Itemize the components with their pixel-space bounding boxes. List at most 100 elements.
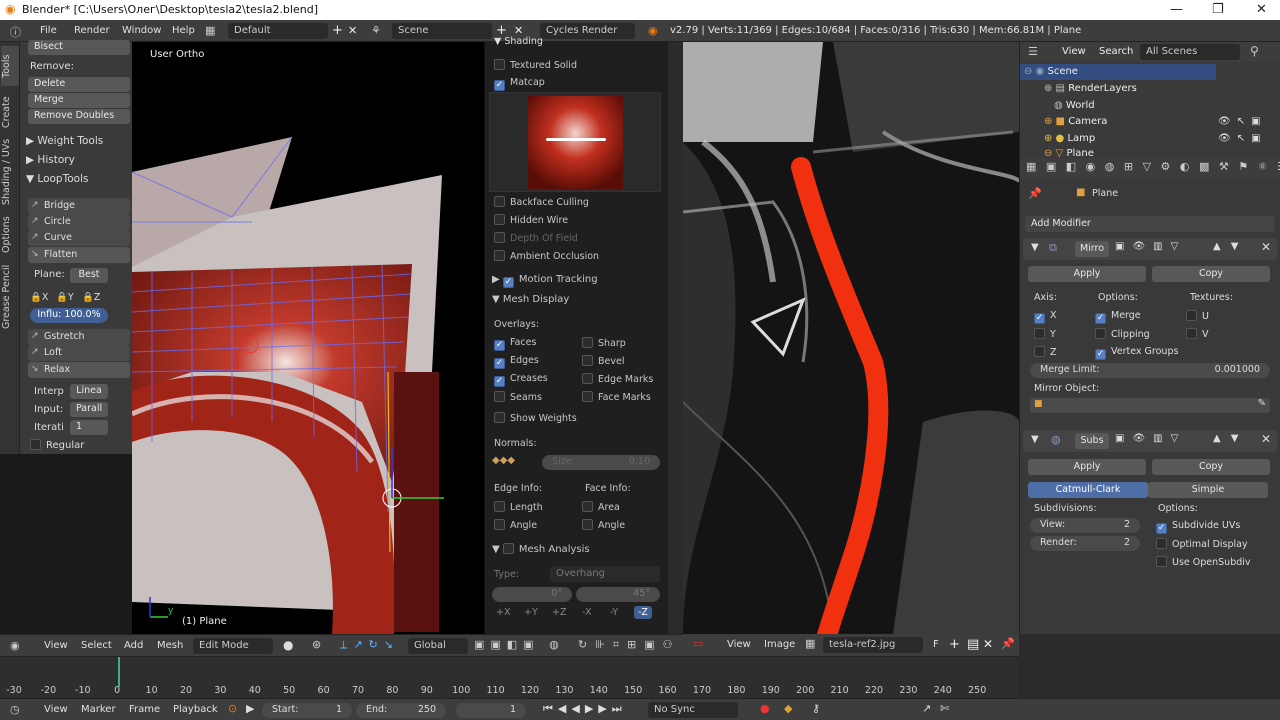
preview-range-icon[interactable]: ▶ <box>246 702 254 715</box>
eyedropper-icon[interactable]: ✎ <box>1258 398 1266 409</box>
simple-button[interactable]: Simple <box>1148 482 1268 498</box>
curve-button[interactable]: ↗ Curve <box>28 230 130 246</box>
playback-controls-icons[interactable]: ⏮◀◀▶▶⏭ <box>543 702 627 716</box>
clipping-toggle[interactable]: Clipping <box>1095 328 1150 340</box>
matcap-toggle[interactable]: ✓ Matcap <box>494 77 545 91</box>
edge-marks-toggle[interactable]: Edge Marks <box>582 373 653 385</box>
tab-shading-uvs[interactable]: Shading / UVs <box>1 137 19 207</box>
collapse-arrow-icon[interactable]: ▼ <box>1031 242 1039 253</box>
proportional-snap-icons[interactable]: ↻⊪⌗⊞▣⚇ <box>578 638 680 652</box>
textured-solid-toggle[interactable]: Textured Solid <box>494 59 577 71</box>
bisect-button[interactable]: Bisect <box>28 40 130 55</box>
menu-render[interactable]: Render <box>74 25 110 36</box>
mirror-name-field[interactable]: Mirro <box>1075 241 1109 257</box>
hidden-wire-toggle[interactable]: Hidden Wire <box>494 214 568 226</box>
modifier-display-icons[interactable]: ▣👁▥▽ <box>1115 241 1186 252</box>
merge-button[interactable]: Merge <box>28 93 130 108</box>
minimize-button[interactable]: — <box>1170 2 1183 17</box>
normals-size-field[interactable]: Size: 0.10 <box>542 455 660 470</box>
faces-toggle[interactable]: ✓ Faces <box>494 337 536 351</box>
catmull-clark-button[interactable]: Catmull-Clark <box>1028 482 1148 498</box>
mirror-object-field[interactable]: ■ ✎ <box>1030 398 1270 413</box>
subsurf-name-field[interactable]: Subs <box>1075 433 1109 449</box>
axis-neg-x-button[interactable]: -X <box>582 607 591 618</box>
timeline-view-menu[interactable]: View <box>44 704 68 715</box>
bridge-button[interactable]: ↗ Bridge <box>28 198 130 214</box>
sharp-toggle[interactable]: Sharp <box>582 337 626 349</box>
outliner-search-menu[interactable]: Search <box>1099 46 1133 57</box>
overhang-max-field[interactable]: 45° <box>576 587 660 602</box>
record-icon[interactable]: ● <box>760 702 770 715</box>
image-browse-icon[interactable]: ▦ <box>805 637 815 650</box>
loft-button[interactable]: ↗ Loft <box>28 345 130 361</box>
mesh-analysis-panel[interactable]: ▼ Mesh Analysis <box>492 543 590 555</box>
tab-options[interactable]: Options <box>1 212 19 257</box>
new-image-icon[interactable]: + <box>949 637 960 652</box>
collapse-arrow-icon[interactable]: ▼ <box>1031 434 1039 445</box>
pivot-icon[interactable]: ⊛ <box>312 638 321 651</box>
end-frame-field[interactable]: End: 250 <box>356 703 446 718</box>
image-view-menu[interactable]: View <box>727 639 751 650</box>
timeline[interactable]: -30 -20 -10 0 10 20 30 40 50 60 70 80 90 100 110 120 130… <box>0 656 1019 698</box>
analysis-type-dropdown[interactable]: Overhang <box>550 566 660 582</box>
viewport-add-menu[interactable]: Add <box>124 640 143 651</box>
delete-button[interactable]: Delete <box>28 77 130 92</box>
remove-doubles-button[interactable]: Remove Doubles <box>28 109 130 124</box>
gstretch-button[interactable]: ↗ Gstretch <box>28 329 130 345</box>
lock-x-toggle[interactable]: 🔒X <box>30 292 48 303</box>
opensubdiv-toggle[interactable]: Use OpenSubdiv <box>1156 556 1251 568</box>
tab-grease-pencil[interactable]: Grease Pencil <box>1 262 19 332</box>
axis-y-toggle[interactable]: Y <box>1034 328 1056 340</box>
viewport-shading-icon[interactable]: ● <box>283 638 293 652</box>
pin-icon[interactable]: 📌 <box>1028 187 1042 200</box>
optimal-display-toggle[interactable]: Optimal Display <box>1156 538 1248 550</box>
tab-create[interactable]: Create <box>1 90 19 134</box>
timeline-editor-icon[interactable]: ◷ <box>10 703 20 716</box>
keyframe-icon[interactable]: ⚷ <box>812 702 820 715</box>
maximize-button[interactable]: ❐ <box>1212 2 1224 17</box>
outliner-row-scene[interactable]: ⊖ ◉ Scene <box>1024 66 1078 77</box>
remove-subsurf-icon[interactable]: ✕ <box>1261 432 1271 446</box>
image-name-field[interactable]: tesla-ref2.jpg <box>823 637 923 653</box>
overhang-min-field[interactable]: 0° <box>492 587 572 602</box>
timeline-playback-menu[interactable]: Playback <box>173 704 218 715</box>
layout-icon[interactable]: ▦ <box>205 24 215 37</box>
plane-dropdown[interactable]: Best <box>70 268 108 283</box>
properties-context-tabs[interactable]: ▦ ▣ ◧ ◉ ◍ ⊞ ▽ ⚙ ◐ ▩ ⚒ ⚑ ⚛ ☵ ⊘ <box>1020 158 1280 178</box>
image-editor[interactable] <box>683 42 1019 634</box>
merge-limit-field[interactable]: Merge Limit: 0.001000 <box>1030 363 1270 378</box>
subsurf-apply-button[interactable]: Apply <box>1028 459 1146 475</box>
area-toggle[interactable]: Area <box>582 501 620 513</box>
motion-tracking-panel[interactable]: ▶ ✓ Motion Tracking <box>492 274 598 288</box>
axis-x-toggle[interactable]: ✓ X <box>1034 310 1057 324</box>
keying-set-icon[interactable]: ◆ <box>784 702 792 715</box>
modifier-move-icons[interactable]: ▲▼ <box>1213 241 1248 252</box>
show-weights-toggle[interactable]: Show Weights <box>494 412 577 424</box>
viewport-view-menu[interactable]: View <box>44 640 68 651</box>
flatten-button[interactable]: ↘ Flatten <box>28 247 130 263</box>
close-window-button[interactable]: ✕ <box>1256 2 1267 17</box>
face-angle-toggle[interactable]: Angle <box>582 519 625 531</box>
remove-layout-icon[interactable]: ✕ <box>348 24 357 37</box>
camera-visibility-icons[interactable]: 👁↖▣ <box>1218 116 1267 127</box>
lock-z-toggle[interactable]: 🔒Z <box>82 292 100 303</box>
input-dropdown[interactable]: Parall <box>70 402 108 417</box>
axis-pos-z-button[interactable]: +Z <box>552 607 566 618</box>
outliner-filter-dropdown[interactable]: All Scenes <box>1140 44 1240 60</box>
3d-viewport[interactable] <box>130 42 484 634</box>
regular-toggle[interactable]: Regular <box>30 439 84 451</box>
key-delete-icon[interactable]: ✄ <box>940 702 949 715</box>
mesh-display-panel[interactable]: ▼ Mesh Display <box>492 294 569 305</box>
normals-vertex-icon[interactable]: ◆◆◆ <box>492 455 515 466</box>
manipulator-icons[interactable]: ⟂↗↻↘ <box>340 638 399 652</box>
circle-button[interactable]: ↗ Circle <box>28 214 130 230</box>
info-editor-icon[interactable]: ⓘ <box>10 24 21 40</box>
autokey-icon[interactable]: ⊙ <box>228 702 237 715</box>
merge-toggle[interactable]: ✓ Merge <box>1095 310 1141 324</box>
lamp-visibility-icons[interactable]: 👁↖▣ <box>1218 133 1267 144</box>
edges-toggle[interactable]: ✓ Edges <box>494 355 539 369</box>
outliner-row-plane[interactable]: ⊖ ▽ Plane <box>1044 148 1094 158</box>
bevel-toggle[interactable]: Bevel <box>582 355 624 367</box>
ambient-occlusion-toggle[interactable]: Ambient Occlusion <box>494 250 599 262</box>
add-layout-icon[interactable]: + <box>332 23 343 38</box>
